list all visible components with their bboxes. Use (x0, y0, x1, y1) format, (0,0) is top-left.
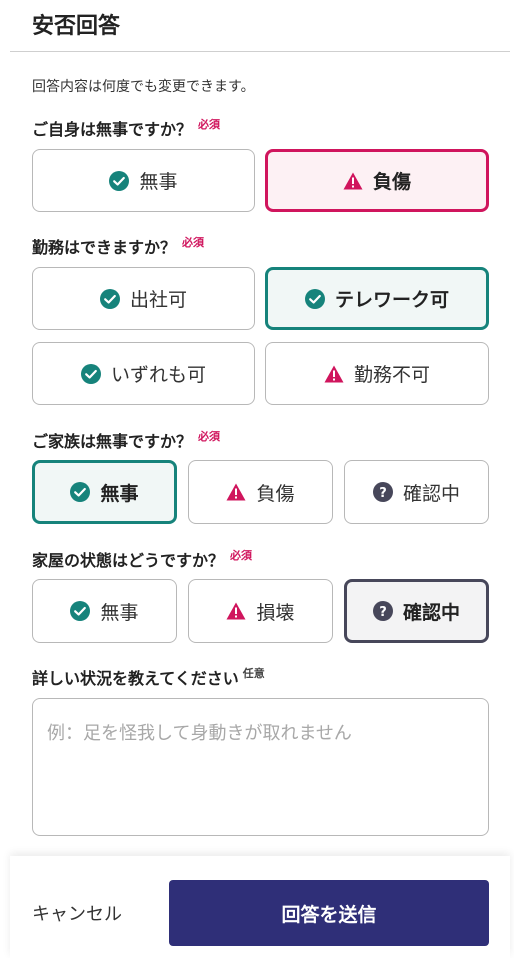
required-tag: 必須 (182, 236, 205, 249)
question-house-label: 家屋の状態はどうですか？ 必須 (32, 547, 252, 571)
question-self-label: ご自身は無事ですか？ 必須 (32, 116, 220, 140)
option-label: 勤務不可 (353, 364, 430, 386)
question-self-text: ご自身は無事ですか？ (32, 120, 193, 139)
warning-icon (226, 602, 246, 620)
question-house-text: 家屋の状態はどうですか？ (32, 551, 225, 570)
required-tag: 必須 (230, 549, 253, 562)
check-circle-icon (80, 363, 101, 384)
self-option-injured[interactable]: 負傷 (265, 149, 489, 212)
work-option-either[interactable]: いずれも可 (32, 342, 255, 405)
house-option-damaged[interactable]: 損壊 (188, 579, 333, 643)
cancel-button[interactable]: キャンセル (32, 900, 122, 926)
option-label: いずれも可 (110, 364, 206, 386)
check-circle-icon (70, 482, 91, 502)
family-option-injured[interactable]: 負傷 (188, 460, 333, 524)
check-circle-icon (109, 170, 130, 191)
page-title: 安否回答 (32, 14, 121, 39)
check-circle-icon (70, 601, 91, 621)
house-option-safe[interactable]: 無事 (32, 579, 177, 643)
warning-icon (324, 365, 344, 383)
option-label: 無事 (100, 482, 139, 505)
work-option-telework[interactable]: テレワーク可 (265, 267, 489, 330)
option-label: 負傷 (372, 171, 411, 193)
question-family-label: ご家族は無事ですか？ 必須 (32, 428, 220, 452)
change-note: 回答内容は何度でも変更できます。 (32, 79, 255, 95)
submit-button[interactable]: 回答を送信 (169, 880, 489, 946)
work-option-office[interactable]: 出社可 (32, 267, 255, 330)
question-details-text: 詳しい状況を教えてください (32, 669, 239, 688)
option-label: 出社可 (129, 289, 187, 311)
question-circle-icon: ? (372, 482, 393, 502)
check-circle-icon (99, 288, 120, 309)
question-work-label: 勤務はできますか？ 必須 (32, 234, 204, 258)
option-label: 無事 (100, 601, 139, 624)
family-option-checking[interactable]: ? 確認中 (344, 460, 489, 524)
option-label: 負傷 (256, 482, 295, 505)
warning-icon (226, 483, 246, 501)
header: 安否回答 (0, 0, 514, 52)
option-label: 無事 (139, 171, 178, 193)
house-option-checking[interactable]: ? 確認中 (344, 579, 489, 643)
footer-bar: キャンセル 回答を送信 (10, 856, 510, 958)
question-work-text: 勤務はできますか？ (32, 238, 177, 257)
svg-text:?: ? (379, 486, 387, 501)
question-details-label: 詳しい状況を教えてください 任意 (32, 665, 265, 689)
option-label: 確認中 (402, 482, 460, 505)
required-tag: 必須 (198, 430, 221, 443)
work-option-unable[interactable]: 勤務不可 (265, 342, 489, 405)
check-circle-icon (304, 288, 325, 309)
question-circle-icon: ? (372, 601, 393, 621)
question-family-text: ご家族は無事ですか？ (32, 432, 193, 451)
safety-response-page: 安否回答 回答内容は何度でも変更できます。 ご自身は無事ですか？ 必須 無事 負傷… (0, 0, 514, 958)
header-divider (10, 51, 510, 52)
option-label: 確認中 (402, 601, 460, 624)
self-option-safe[interactable]: 無事 (32, 149, 255, 212)
required-tag: 必須 (198, 118, 221, 131)
option-label: 損壊 (256, 601, 295, 624)
optional-tag: 任意 (242, 667, 265, 680)
family-option-safe[interactable]: 無事 (32, 460, 177, 524)
svg-text:?: ? (379, 605, 387, 620)
warning-icon (343, 172, 363, 190)
details-textarea[interactable] (32, 698, 489, 836)
option-label: テレワーク可 (334, 289, 449, 311)
